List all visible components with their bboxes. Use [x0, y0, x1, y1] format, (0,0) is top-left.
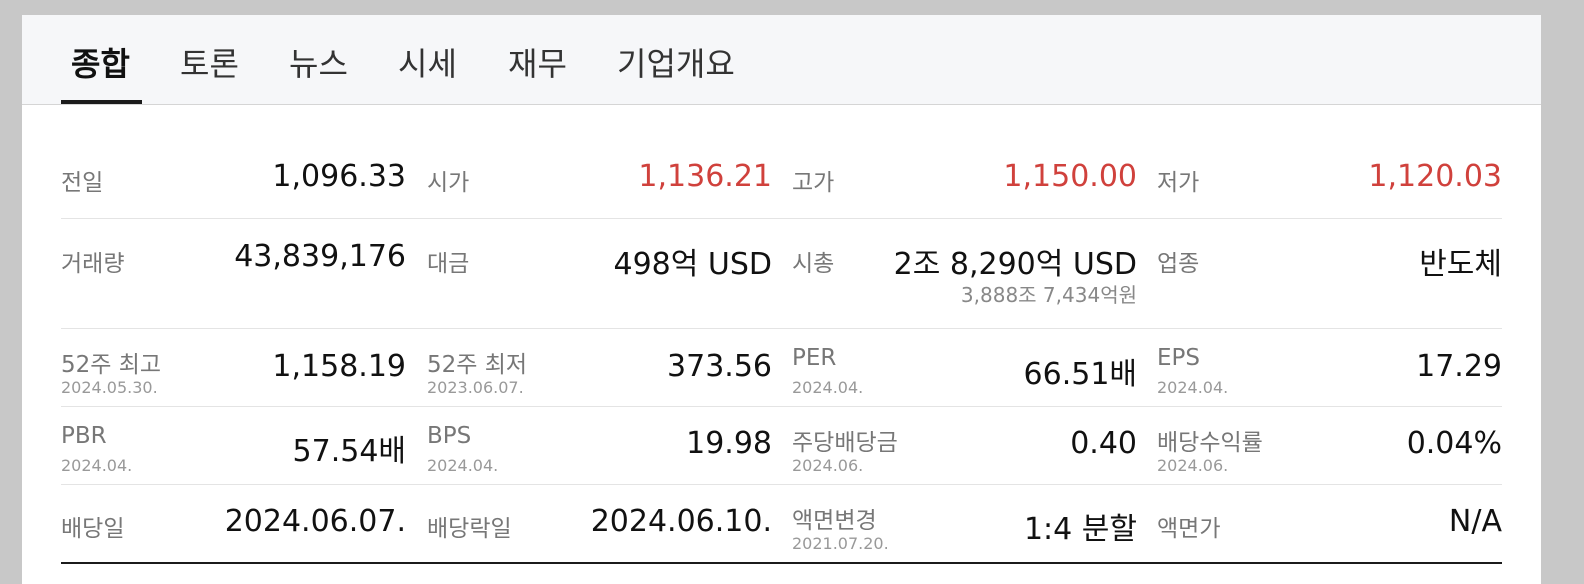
stat-label: 액면가 — [1157, 516, 1221, 542]
stat-value: 0.04% — [1406, 426, 1502, 461]
stat-value: 2024.06.07. — [224, 504, 406, 539]
stat-value: 17.29 — [1416, 349, 1502, 384]
stat-label: PBR — [61, 423, 107, 449]
stat-value: 2조 8,290억 USD — [893, 247, 1137, 282]
stat-dividend-yield: 배당수익률 2024.06. 0.04% — [1157, 423, 1502, 483]
stat-label: 액면변경 — [792, 508, 877, 534]
stat-value: 1,150.00 — [1003, 159, 1137, 194]
stat-label: 52주 최저 — [427, 352, 528, 378]
stat-label: 배당락일 — [427, 516, 512, 542]
stat-date: 2024.04. — [427, 456, 499, 475]
stat-date: 2021.07.20. — [792, 534, 889, 553]
stat-value: 498억 USD — [613, 247, 773, 282]
stat-open: 시가 1,136.21 — [427, 155, 772, 215]
tab-discussion[interactable]: 토론 — [180, 39, 239, 103]
stat-label: 거래량 — [61, 251, 125, 277]
stat-value: 1:4 분할 — [1023, 512, 1137, 547]
stat-prev-close: 전일 1,096.33 — [61, 155, 406, 215]
stock-summary-card: 종합 토론 뉴스 시세 재무 기업개요 전일 1,096.33 시가 1,136… — [22, 15, 1541, 584]
stat-per: PER 2024.04. 66.51배 — [792, 345, 1137, 405]
stat-value: 57.54배 — [292, 434, 406, 469]
tab-company-overview[interactable]: 기업개요 — [617, 39, 735, 103]
stat-date: 2024.04. — [61, 456, 133, 475]
tab-bar: 종합 토론 뉴스 시세 재무 기업개요 — [22, 15, 1541, 105]
stat-date: 2023.06.07. — [427, 378, 524, 397]
stat-date: 2024.04. — [1157, 378, 1229, 397]
stat-date: 2024.06. — [1157, 456, 1229, 475]
stat-label: 고가 — [792, 170, 835, 196]
stat-date: 2024.04. — [792, 378, 864, 397]
row-divider — [61, 484, 1502, 485]
stat-pbr: PBR 2024.04. 57.54배 — [61, 423, 406, 483]
stat-label: 업종 — [1157, 251, 1200, 277]
stat-value: 43,839,176 — [234, 239, 406, 274]
stat-par-change: 액면변경 2021.07.20. 1:4 분할 — [792, 501, 1137, 561]
stat-sector: 업종 반도체 — [1157, 235, 1502, 327]
stat-value: 1,158.19 — [272, 349, 406, 384]
stat-label: BPS — [427, 423, 472, 449]
stat-label: 배당일 — [61, 516, 125, 542]
stat-dividend-per-share: 주당배당금 2024.06. 0.40 — [792, 423, 1137, 483]
table-bottom-border — [61, 562, 1502, 564]
stat-volume: 거래량 43,839,176 — [61, 235, 406, 327]
stat-subvalue-krw: 3,888조 7,434억원 — [960, 283, 1137, 307]
stat-value: 1,120.03 — [1368, 159, 1502, 194]
tab-summary[interactable]: 종합 — [71, 39, 130, 103]
stat-high: 고가 1,150.00 — [792, 155, 1137, 215]
stat-bps: BPS 2024.04. 19.98 — [427, 423, 772, 483]
stat-value[interactable]: 반도체 — [1419, 239, 1502, 283]
stat-value: 0.40 — [1070, 426, 1137, 461]
stat-52w-low: 52주 최저 2023.06.07. 373.56 — [427, 345, 772, 405]
row-divider — [61, 406, 1502, 407]
tab-news[interactable]: 뉴스 — [289, 39, 348, 103]
stat-date: 2024.06. — [792, 456, 864, 475]
stat-label: 시총 — [792, 251, 835, 277]
stat-amount: 대금 498억 USD — [427, 235, 772, 327]
stat-market-cap: 시총 2조 8,290억 USD 3,888조 7,434억원 — [792, 235, 1137, 327]
row-divider — [61, 328, 1502, 329]
stat-label: 저가 — [1157, 170, 1200, 196]
stat-value: 66.51배 — [1023, 357, 1137, 392]
stat-label: PER — [792, 345, 837, 371]
stat-value: 1,136.21 — [638, 159, 772, 194]
stat-label: 대금 — [427, 251, 470, 277]
stat-label: 주당배당금 — [792, 430, 898, 456]
stat-low: 저가 1,120.03 — [1157, 155, 1502, 215]
stat-label: 시가 — [427, 170, 470, 196]
stat-value: N/A — [1448, 504, 1502, 539]
stat-date: 2024.05.30. — [61, 378, 158, 397]
tab-financials[interactable]: 재무 — [508, 39, 567, 103]
stat-value: 373.56 — [667, 349, 772, 384]
stat-ex-dividend-date: 배당락일 2024.06.10. — [427, 501, 772, 561]
stat-label: 52주 최고 — [61, 352, 162, 378]
stat-label: 전일 — [61, 170, 104, 196]
stat-value: 19.98 — [686, 426, 772, 461]
stat-value: 1,096.33 — [272, 159, 406, 194]
stat-52w-high: 52주 최고 2024.05.30. 1,158.19 — [61, 345, 406, 405]
stat-label: 배당수익률 — [1157, 430, 1263, 456]
stat-value: 2024.06.10. — [590, 504, 772, 539]
stat-par-value: 액면가 N/A — [1157, 501, 1502, 561]
tab-quotes[interactable]: 시세 — [398, 39, 457, 103]
active-tab-indicator — [61, 100, 142, 104]
stat-label: EPS — [1157, 345, 1201, 371]
row-divider — [61, 218, 1502, 219]
stat-eps: EPS 2024.04. 17.29 — [1157, 345, 1502, 405]
stat-dividend-date: 배당일 2024.06.07. — [61, 501, 406, 561]
